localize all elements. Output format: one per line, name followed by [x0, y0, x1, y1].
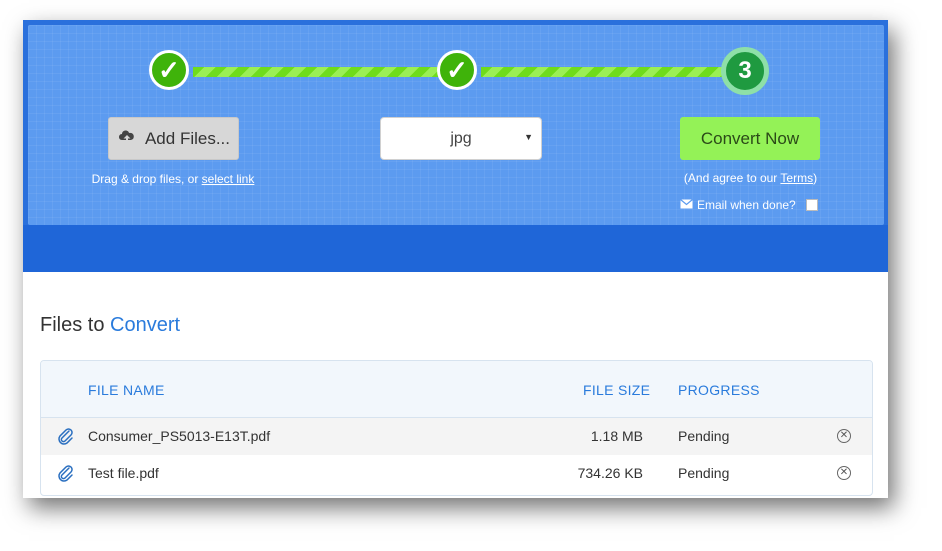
- file-progress: Pending: [678, 465, 730, 481]
- email-when-done-row: Email when done?: [680, 197, 818, 213]
- files-section-title: Files to Convert: [40, 314, 180, 337]
- conversion-panel-footer: [23, 225, 888, 272]
- agree-suffix: ): [813, 171, 818, 185]
- agree-text: (And agree to our: [683, 171, 781, 185]
- output-format-value: jpg: [450, 129, 472, 147]
- terms-agreement: (And agree to our Terms): [668, 171, 833, 185]
- step-3-indicator: 3: [721, 47, 769, 95]
- table-row: Consumer_PS5013-E13T.pdf 1.18 MB Pending…: [41, 418, 872, 455]
- remove-file-icon[interactable]: ✕: [837, 466, 851, 480]
- output-format-select[interactable]: jpg ▼: [380, 117, 542, 160]
- file-name: Test file.pdf: [88, 465, 159, 481]
- step-2-complete-icon: ✓: [437, 50, 477, 90]
- convert-now-label: Convert Now: [700, 128, 800, 148]
- paperclip-icon: [57, 427, 75, 445]
- add-files-button[interactable]: Add Files...: [108, 117, 239, 160]
- remove-file-icon[interactable]: ✕: [837, 429, 851, 443]
- file-name: Consumer_PS5013-E13T.pdf: [88, 428, 271, 444]
- conversion-panel: ✓ ✓ 3 Add Files... Drag & drop files, or…: [23, 20, 888, 272]
- files-table: FILE NAME FILE SIZE PROGRESS Consumer_PS…: [40, 360, 873, 496]
- files-table-header: FILE NAME FILE SIZE PROGRESS: [41, 361, 872, 418]
- conversion-panel-inner: ✓ ✓ 3 Add Files... Drag & drop files, or…: [28, 25, 884, 225]
- step-3-number: 3: [738, 57, 752, 84]
- files-title-accent: Convert: [110, 314, 181, 336]
- envelope-icon: [680, 198, 693, 212]
- add-files-label: Add Files...: [144, 128, 231, 148]
- convert-now-button[interactable]: Convert Now: [680, 117, 820, 160]
- dropdown-caret-icon: ▼: [524, 132, 533, 142]
- terms-link[interactable]: Terms: [780, 171, 813, 185]
- select-link[interactable]: select link: [202, 172, 255, 186]
- file-size: 1.18 MB: [590, 428, 643, 444]
- drag-drop-note: Drag & drop files, or select link: [73, 172, 273, 186]
- progress-track-2: [481, 67, 746, 77]
- drag-drop-text: Drag & drop files, or: [91, 172, 202, 186]
- file-progress: Pending: [678, 428, 730, 444]
- column-header-file-size[interactable]: FILE SIZE: [583, 382, 650, 398]
- email-when-done-checkbox[interactable]: [805, 199, 818, 211]
- cloud-upload-icon: [117, 128, 137, 149]
- converter-window: ✓ ✓ 3 Add Files... Drag & drop files, or…: [23, 20, 888, 498]
- column-header-progress[interactable]: PROGRESS: [678, 382, 760, 398]
- table-row: Test file.pdf 734.26 KB Pending ✕: [41, 455, 872, 492]
- progress-track-1: [193, 67, 463, 77]
- column-header-file-name[interactable]: FILE NAME: [88, 382, 165, 398]
- email-when-done-label: Email when done?: [697, 198, 796, 212]
- paperclip-icon: [57, 464, 75, 482]
- file-size: 734.26 KB: [577, 465, 643, 481]
- step-1-complete-icon: ✓: [149, 50, 189, 90]
- files-title-prefix: Files to: [40, 314, 111, 336]
